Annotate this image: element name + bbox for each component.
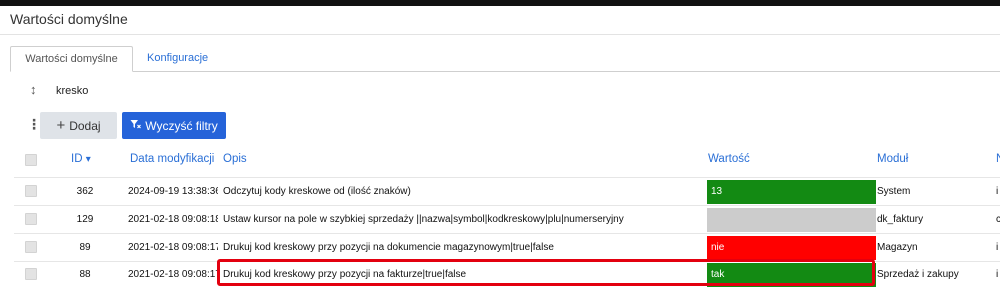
cell-description: Drukuj kod kreskowy przy pozycji na fakt…	[223, 269, 467, 280]
cell-module: Magazyn	[877, 242, 918, 253]
grid-header: ID ▾ Data modyfikacji Opis Wartość Moduł…	[0, 148, 1000, 172]
row-divider	[14, 261, 1000, 262]
cell-value[interactable]	[707, 208, 876, 232]
cell-module: System	[877, 186, 911, 197]
row-divider	[14, 177, 1000, 178]
cell-date: 2021-02-18 09:08:17	[128, 269, 218, 280]
more-options-icon[interactable]: ⋮	[27, 116, 41, 133]
cell-date: 2021-02-18 09:08:17	[128, 242, 218, 253]
tab-bar: Wartości domyślne Konfiguracje	[10, 46, 1000, 72]
sort-desc-icon: ▾	[85, 154, 91, 165]
filter-input[interactable]	[56, 81, 356, 101]
cell-description: Ustaw kursor na pole w szybkiej sprzedaż…	[223, 214, 624, 225]
table-row[interactable]: 362 2024-09-19 13:38:36 Odczytuj kody kr…	[0, 180, 1000, 204]
cell-next: i	[996, 269, 999, 280]
cell-value[interactable]: nie	[707, 236, 876, 260]
table-row[interactable]: 88 2021-02-18 09:08:17 Drukuj kod kresko…	[0, 263, 1000, 287]
filter-clear-icon	[130, 119, 142, 133]
row-checkbox[interactable]	[25, 185, 37, 197]
cell-id: 129	[76, 214, 94, 225]
row-divider	[14, 205, 1000, 206]
cell-module: dk_faktury	[877, 214, 924, 225]
clear-filters-button[interactable]: Wyczyść filtry	[122, 112, 226, 139]
cell-module: Sprzedaż i zakupy	[877, 269, 959, 280]
cell-value[interactable]: tak	[707, 263, 876, 287]
header-module[interactable]: Moduł	[877, 153, 908, 165]
header-id-label: ID	[71, 153, 83, 165]
cell-description: Drukuj kod kreskowy przy pozycji na doku…	[223, 242, 554, 253]
top-bar	[0, 0, 1000, 6]
row-checkbox[interactable]	[25, 241, 37, 253]
sort-icon[interactable]: ↕	[30, 82, 37, 97]
plus-icon: +	[56, 117, 66, 134]
add-button[interactable]: + Dodaj	[40, 112, 117, 139]
table-row[interactable]: 129 2021-02-18 09:08:18 Ustaw kursor na …	[0, 208, 1000, 232]
row-divider	[14, 233, 1000, 234]
cell-description: Odczytuj kody kreskowe od (ilość znaków)	[223, 186, 411, 197]
title-divider	[0, 34, 1000, 35]
cell-id: 88	[79, 269, 91, 280]
tab-configurations[interactable]: Konfiguracje	[137, 46, 218, 72]
row-checkbox[interactable]	[25, 213, 37, 225]
header-date[interactable]: Data modyfikacji	[130, 153, 214, 165]
select-all-checkbox[interactable]	[25, 154, 37, 166]
cell-next: i	[996, 186, 999, 197]
header-description[interactable]: Opis	[223, 153, 247, 165]
cell-next: i	[996, 242, 999, 253]
cell-id: 362	[76, 186, 94, 197]
filter-row: ↕	[0, 80, 1000, 104]
header-next[interactable]: N	[996, 153, 1000, 165]
table-row[interactable]: 89 2021-02-18 09:08:17 Drukuj kod kresko…	[0, 236, 1000, 260]
row-checkbox[interactable]	[25, 268, 37, 280]
tab-default-values[interactable]: Wartości domyślne	[10, 46, 133, 72]
cell-next: c	[996, 214, 1000, 225]
filter-funnel-icon	[130, 119, 142, 128]
header-id[interactable]: ID ▾	[71, 153, 91, 165]
cell-date: 2021-02-18 09:08:18	[128, 214, 218, 225]
page-title: Wartości domyślne	[10, 11, 128, 27]
cell-value[interactable]: 13	[707, 180, 876, 204]
clear-filters-label: Wyczyść filtry	[145, 118, 218, 133]
add-button-label: Dodaj	[69, 118, 101, 133]
cell-id: 89	[79, 242, 91, 253]
cell-date: 2024-09-19 13:38:36	[128, 186, 218, 197]
header-value[interactable]: Wartość	[708, 153, 750, 165]
